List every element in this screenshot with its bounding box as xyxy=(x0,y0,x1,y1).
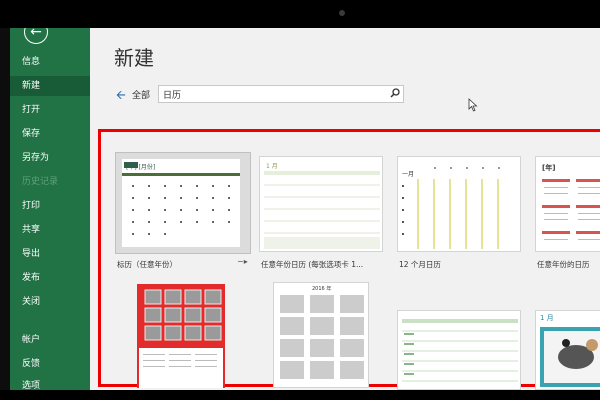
sidebar-item-publish[interactable]: 发布 xyxy=(22,268,40,288)
sidebar-item-export[interactable]: 导出 xyxy=(22,244,40,264)
template-search-input[interactable]: 日历 xyxy=(158,85,404,103)
template-caption: 任意年份的日历 xyxy=(537,260,590,269)
camera-dot xyxy=(339,10,345,16)
sidebar-item-options[interactable]: 选项 xyxy=(22,376,40,390)
main-panel: 新建 🡨 全部 日历 [年] [月份] 标历（任意年份） −▸ 1 月 任意年份… xyxy=(90,28,600,390)
top-bezel xyxy=(0,0,600,28)
tile-header: 1 月 xyxy=(540,314,554,322)
template-caption: 任意年份日历 (每张选项卡 1... xyxy=(261,260,364,269)
back-arrow-blue-icon[interactable]: 🡨 xyxy=(116,86,126,107)
sidebar-edge xyxy=(0,28,10,390)
sidebar-item-history: 历史记录 xyxy=(22,177,59,187)
breadcrumb-all[interactable]: 全部 xyxy=(132,88,150,101)
sidebar-item-feedback[interactable]: 反馈 xyxy=(22,354,40,374)
sidebar-item-close[interactable]: 关闭 xyxy=(22,292,40,312)
page-title: 新建 xyxy=(114,46,154,70)
template-tile-12-month[interactable]: 一月 xyxy=(397,156,521,252)
sidebar-item-share[interactable]: 共享 xyxy=(22,220,40,240)
photo-calendar-thumbnail xyxy=(139,289,223,388)
sidebar-item-account[interactable]: 帐户 xyxy=(22,330,40,350)
template-tile-green-calendar[interactable] xyxy=(397,310,521,390)
sidebar-item-open[interactable]: 打开 xyxy=(22,100,40,120)
sidebar-item-save[interactable]: 保存 xyxy=(22,124,40,144)
template-tile-2016-calendar[interactable]: 2016 年 xyxy=(273,282,369,388)
search-icon[interactable] xyxy=(390,88,400,98)
tile-header: 2016 年 xyxy=(312,286,332,292)
template-tile-any-year-calendar[interactable]: [年] xyxy=(535,156,600,252)
template-tile-blank-calendar[interactable]: [年] [月份] xyxy=(115,152,251,254)
template-caption: 12 个月日历 xyxy=(399,260,441,269)
calendar-thumbnail xyxy=(402,319,518,382)
tile-header: [年] xyxy=(542,164,556,172)
calendar-thumbnail xyxy=(264,171,380,249)
back-arrow-icon[interactable]: ← xyxy=(24,28,48,44)
sidebar-item-save-as[interactable]: 另存为 xyxy=(22,148,49,168)
search-value: 日历 xyxy=(163,91,182,101)
calendar-thumbnail xyxy=(280,295,364,379)
backstage-sidebar: ← 信息 新建 打开 保存 另存为 历史记录 打印 共享 导出 发布 关闭 帐户… xyxy=(10,28,90,390)
template-tile-photo-month[interactable]: 1 月 xyxy=(535,310,600,390)
sidebar-item-new[interactable]: 新建 xyxy=(10,76,90,96)
template-caption: 标历（任意年份） xyxy=(117,260,177,269)
bottom-bezel xyxy=(0,390,600,400)
pin-icon[interactable]: −▸ xyxy=(237,257,248,266)
tile-header: 一月 xyxy=(402,171,415,178)
tile-header: [年] [月份] xyxy=(126,164,156,171)
tile-header: 1 月 xyxy=(266,163,278,170)
excel-backstage: ← 信息 新建 打开 保存 另存为 历史记录 打印 共享 导出 发布 关闭 帐户… xyxy=(0,28,600,390)
template-tile-any-year-per-tab[interactable]: 1 月 xyxy=(259,156,383,252)
template-tile-photo-calendar[interactable] xyxy=(137,284,225,388)
template-gallery-highlight: [年] [月份] 标历（任意年份） −▸ 1 月 任意年份日历 (每张选项卡 1… xyxy=(98,129,600,390)
mouse-cursor-icon xyxy=(468,98,478,112)
calendar-thumbnail xyxy=(402,167,500,249)
sidebar-item-info[interactable]: 信息 xyxy=(22,52,40,72)
sidebar-item-print[interactable]: 打印 xyxy=(22,196,40,216)
